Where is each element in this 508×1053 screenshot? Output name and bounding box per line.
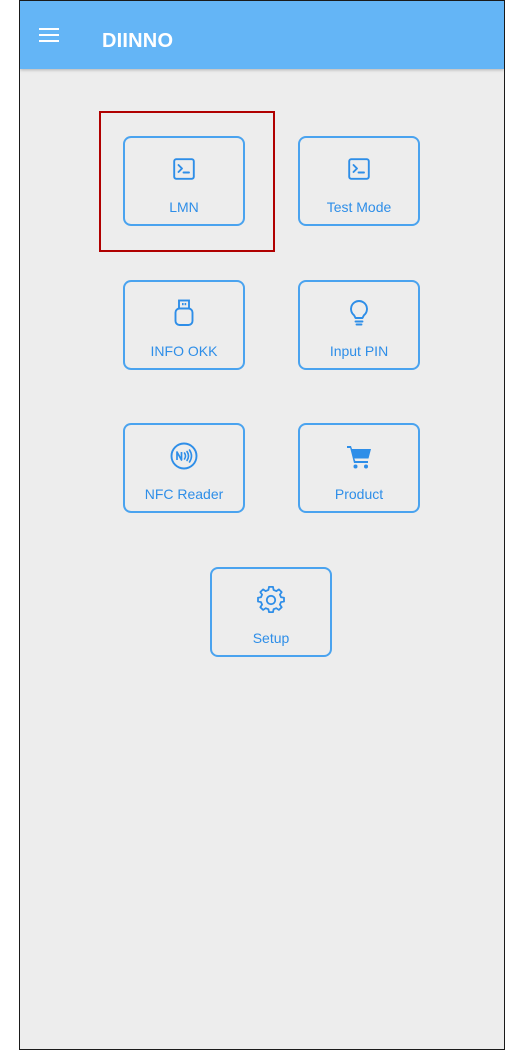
- lmn-label: LMN: [169, 199, 199, 215]
- nfc-reader-button[interactable]: NFC Reader: [123, 423, 245, 513]
- app-title: DIINNO: [102, 30, 174, 52]
- input-pin-label: Input PIN: [329, 343, 389, 359]
- shopping-cart-icon: [300, 439, 418, 473]
- app-bar: DIINNO: [20, 1, 504, 69]
- nfc-reader-label: NFC Reader: [144, 486, 224, 502]
- test-mode-button[interactable]: Test Mode: [298, 136, 420, 226]
- hamburger-menu-icon[interactable]: [37, 25, 63, 45]
- terminal-icon: [125, 152, 243, 186]
- product-button[interactable]: Product: [298, 423, 420, 513]
- test-mode-label: Test Mode: [326, 199, 392, 215]
- lightbulb-icon: [300, 296, 418, 330]
- gear-icon: [212, 583, 330, 617]
- usb-drive-icon: [125, 296, 243, 330]
- product-label: Product: [334, 486, 384, 502]
- input-pin-button[interactable]: Input PIN: [298, 280, 420, 370]
- nfc-icon: [125, 439, 243, 473]
- setup-label: Setup: [252, 630, 290, 646]
- setup-button[interactable]: Setup: [210, 567, 332, 657]
- lmn-button[interactable]: LMN: [123, 136, 245, 226]
- info-okk-button[interactable]: INFO OKK: [123, 280, 245, 370]
- info-okk-label: INFO OKK: [150, 343, 218, 359]
- terminal-icon: [300, 152, 418, 186]
- phone-screen: DIINNO LMN Test Mode INFO OKK Input PIN …: [19, 0, 505, 1050]
